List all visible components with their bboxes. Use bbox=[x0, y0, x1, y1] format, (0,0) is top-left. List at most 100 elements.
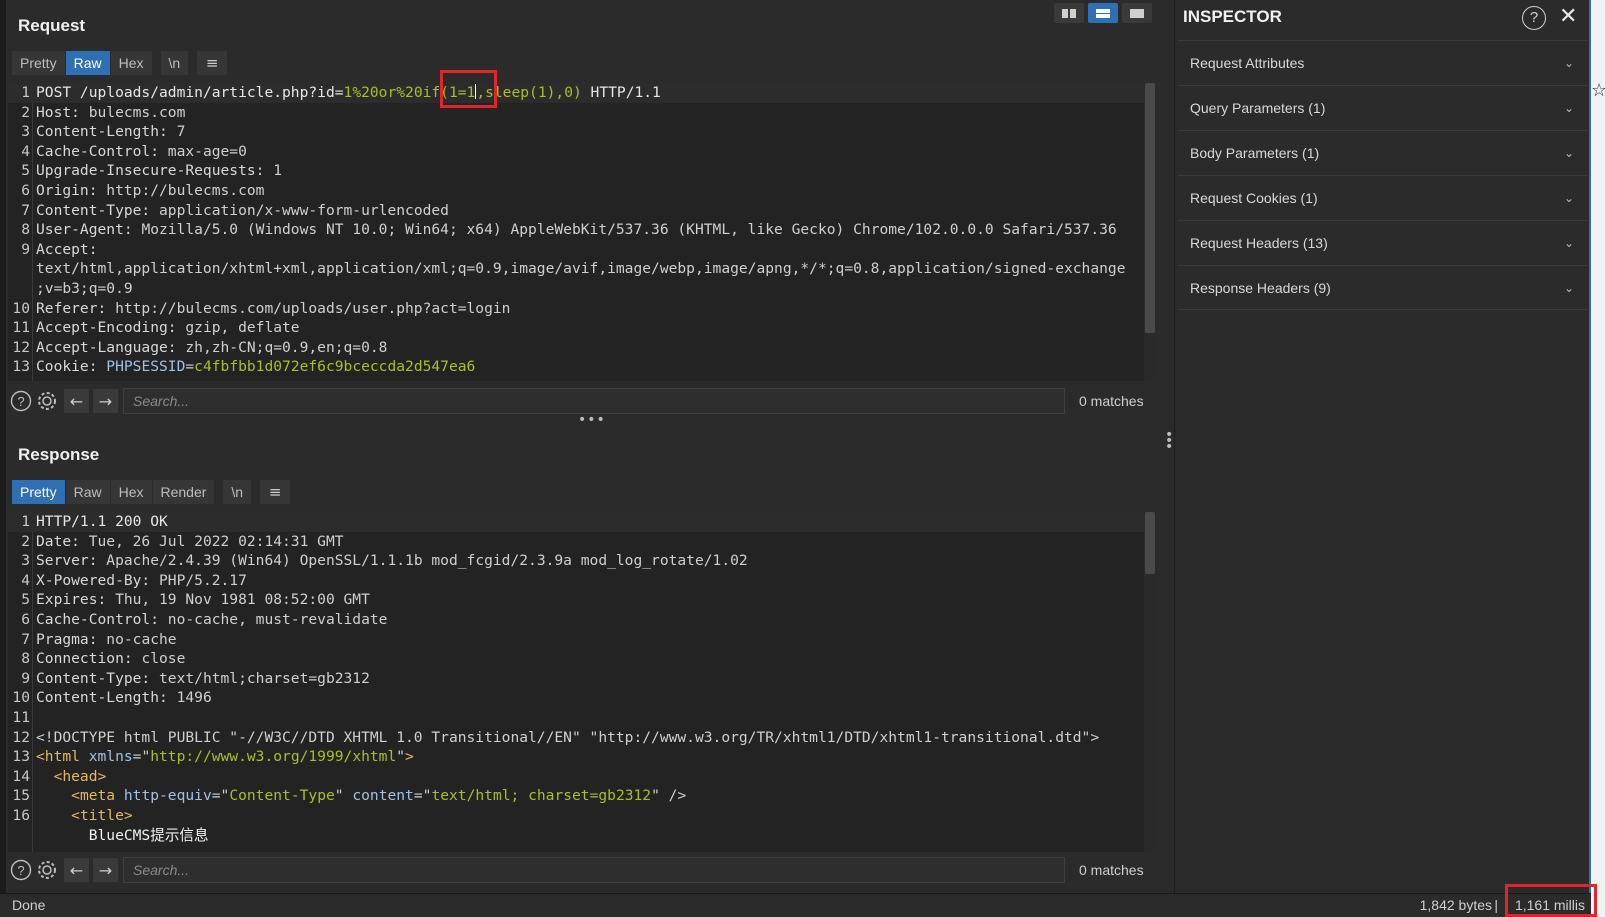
code-line: 4 X-Powered-By: PHP/5.2.17 bbox=[8, 571, 1156, 591]
help-icon[interactable]: ? bbox=[8, 857, 34, 883]
request-lines: 1 POST /uploads/admin/article.php?id=1%20… bbox=[8, 83, 1156, 377]
tab-render[interactable]: Render bbox=[152, 480, 215, 504]
code-token: ;v=b3;q=0.9 bbox=[36, 279, 133, 297]
line-number: 2 bbox=[21, 103, 30, 121]
menu-icon[interactable]: ≡ bbox=[260, 480, 291, 504]
tab-raw[interactable]: Raw bbox=[65, 480, 110, 504]
star-icon: ☆ bbox=[1591, 80, 1605, 101]
inspector-section-item[interactable]: Body Parameters (1) ⌄ bbox=[1178, 130, 1588, 175]
inspector-section-item[interactable]: Request Headers (13) ⌄ bbox=[1178, 220, 1588, 265]
code-token: HTTP/1.1 200 OK bbox=[36, 513, 168, 530]
code-token: http://bulecms.com bbox=[106, 181, 265, 199]
line-content: <!DOCTYPE html PUBLIC "-//W3C//DTD XHTML… bbox=[36, 728, 1099, 748]
svg-text:?: ? bbox=[17, 863, 24, 878]
code-token: content bbox=[352, 787, 414, 805]
pane-divider-handle[interactable]: ••• bbox=[578, 412, 606, 428]
chevron-down-icon: ⌄ bbox=[1563, 191, 1574, 205]
line-content: Content-Type: text/html;charset=gb2312 bbox=[36, 669, 370, 689]
code-line: 10 Referer: http://bulecms.com/uploads/us… bbox=[8, 299, 1156, 319]
code-line: ;v=b3;q=0.9 bbox=[8, 279, 1156, 299]
tab-hex[interactable]: Hex bbox=[110, 51, 152, 75]
code-token: Apache/2.4.39 (Win64) OpenSSL/1.1.1b mod… bbox=[106, 552, 748, 570]
code-token: no-cache bbox=[106, 630, 177, 648]
code-line: 15 <meta http-equiv="Content-Type" conte… bbox=[8, 786, 1156, 806]
code-token: Expires: bbox=[36, 591, 116, 609]
settings-icon[interactable] bbox=[34, 388, 60, 414]
code-token: close bbox=[141, 650, 186, 668]
request-search-input[interactable] bbox=[123, 388, 1065, 414]
layout-stacked-button[interactable] bbox=[1088, 3, 1118, 23]
request-scroll-thumb[interactable] bbox=[1145, 83, 1155, 333]
line-content: Origin: http://bulecms.com bbox=[36, 181, 264, 201]
next-match-button[interactable]: → bbox=[93, 858, 118, 882]
code-token: > bbox=[405, 748, 414, 766]
status-text: Done bbox=[12, 897, 46, 913]
panel-resize-handle[interactable]: • • • bbox=[1165, 428, 1173, 454]
tab-pretty[interactable]: Pretty bbox=[12, 51, 65, 75]
inspector-section-item[interactable]: Request Attributes ⌄ bbox=[1178, 40, 1588, 85]
previous-match-button[interactable]: ← bbox=[64, 389, 89, 413]
line-content: Referer: http://bulecms.com/uploads/user… bbox=[36, 299, 510, 319]
help-icon[interactable]: ? bbox=[8, 388, 34, 414]
line-number: 4 bbox=[21, 142, 30, 160]
line-content: Content-Type: application/x-www-form-url… bbox=[36, 201, 449, 221]
tab-raw[interactable]: Raw bbox=[65, 51, 110, 75]
settings-icon[interactable] bbox=[34, 857, 60, 883]
line-content: Connection: close bbox=[36, 649, 185, 669]
help-icon[interactable]: ? bbox=[1522, 6, 1546, 30]
single-pane-icon bbox=[1130, 8, 1144, 18]
code-line: BlueCMS提示信息 bbox=[8, 826, 1156, 846]
response-search-input[interactable] bbox=[123, 857, 1065, 883]
line-content: Server: Apache/2.4.39 (Win64) OpenSSL/1.… bbox=[36, 551, 748, 571]
layout-single-button[interactable] bbox=[1122, 3, 1152, 23]
previous-match-button[interactable]: ← bbox=[64, 858, 89, 882]
code-token: zh,zh-CN;q=0.9,en;q=0.8 bbox=[185, 338, 388, 356]
line-content: Date: Tue, 26 Jul 2022 02:14:31 GMT bbox=[36, 532, 344, 552]
inspector-section-item[interactable]: Query Parameters (1) ⌄ bbox=[1178, 85, 1588, 130]
request-scrollbar[interactable] bbox=[1144, 83, 1156, 381]
code-token: Pragma: bbox=[36, 630, 107, 648]
highlight-box-payload bbox=[440, 70, 497, 108]
code-token: =" bbox=[413, 787, 432, 805]
layout-side-by-side-button[interactable] bbox=[1054, 3, 1084, 23]
code-token: Content-Type: bbox=[36, 201, 160, 219]
code-line: 13 Cookie: PHPSESSID=c4fbfbb1d072ef6c9bce… bbox=[8, 357, 1156, 377]
line-content: Accept-Language: zh,zh-CN;q=0.9,en;q=0.8 bbox=[36, 338, 387, 358]
menu-icon[interactable]: ≡ bbox=[197, 51, 228, 75]
code-line: 6 Cache-Control: no-cache, must-revalidat… bbox=[8, 610, 1156, 630]
code-token: Referer: bbox=[36, 299, 116, 317]
response-editor[interactable]: 1 HTTP/1.1 200 OK 2 Date: Tue, 26 Jul 2022 … bbox=[8, 512, 1156, 852]
response-scroll-thumb[interactable] bbox=[1145, 512, 1155, 574]
tab-newline[interactable]: \n bbox=[160, 51, 189, 75]
response-scrollbar[interactable] bbox=[1144, 512, 1156, 852]
response-searchbar: ? ← → 0 matches bbox=[8, 856, 1156, 884]
request-match-count: 0 matches bbox=[1079, 393, 1144, 409]
response-match-count: 0 matches bbox=[1079, 862, 1144, 878]
inspector-section-item[interactable]: Request Cookies (1) ⌄ bbox=[1178, 175, 1588, 220]
inspector-section-item[interactable]: Response Headers (9) ⌄ bbox=[1178, 265, 1588, 310]
line-content: Host: bulecms.com bbox=[36, 103, 185, 123]
line-number: 3 bbox=[21, 552, 30, 570]
tab-newline[interactable]: \n bbox=[223, 480, 252, 504]
window-edge bbox=[0, 0, 6, 893]
line-content: User-Agent: Mozilla/5.0 (Windows NT 10.0… bbox=[36, 220, 1117, 240]
tab-pretty[interactable]: Pretty bbox=[12, 480, 65, 504]
code-line: 3 Content-Length: 7 bbox=[8, 122, 1156, 142]
response-size: 1,842 bytes bbox=[1419, 897, 1492, 913]
tab-hex[interactable]: Hex bbox=[110, 480, 152, 504]
request-editor[interactable]: 1 POST /uploads/admin/article.php?id=1%20… bbox=[8, 83, 1156, 381]
code-line: 5 Expires: Thu, 19 Nov 1981 08:52:00 GMT bbox=[8, 590, 1156, 610]
code-line: 13 <html xmlns="http://www.w3.org/1999/xh… bbox=[8, 747, 1156, 767]
line-content: Accept-Encoding: gzip, deflate bbox=[36, 318, 300, 338]
line-number: 12 bbox=[12, 338, 30, 356]
code-token: Accept-Language: bbox=[36, 338, 186, 356]
code-token: Content-Length: bbox=[36, 689, 177, 707]
next-match-button[interactable]: → bbox=[93, 389, 118, 413]
code-token: Accept: bbox=[36, 240, 107, 258]
line-content: Content-Length: 7 bbox=[36, 122, 185, 142]
close-icon[interactable]: ✕ bbox=[1559, 4, 1577, 29]
response-tabs: Pretty Raw Hex Render \n ≡ bbox=[12, 480, 291, 504]
line-number: 10 bbox=[12, 689, 30, 707]
